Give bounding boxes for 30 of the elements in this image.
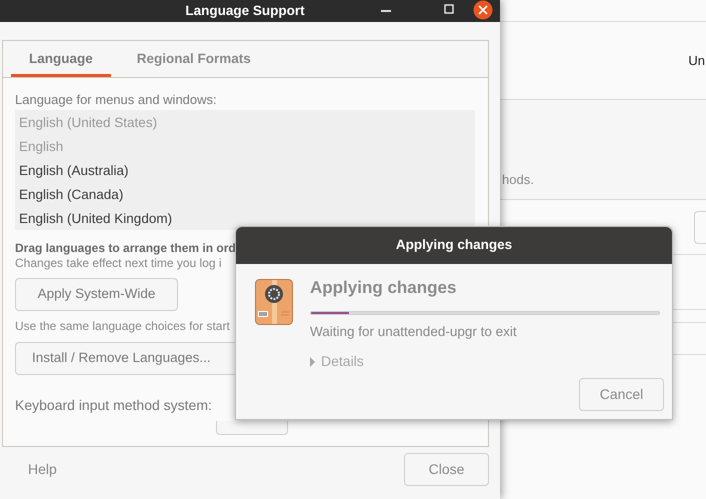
expander-arrow-icon (310, 356, 316, 367)
hint-text: Drag languages to arrange them in ord (15, 241, 236, 256)
dialog-title: Applying changes (396, 236, 512, 254)
tab[interactable]: Regional Formats (110, 41, 277, 77)
language-item[interactable]: English (United Kingdom) (19, 207, 172, 231)
input-method-dropdown[interactable] (216, 421, 288, 435)
section-label: Language for menus and windows: (15, 91, 218, 109)
tab[interactable]: Language (11, 41, 111, 77)
note-text: Use the same language choices for start (15, 318, 230, 335)
close-icon[interactable] (473, 0, 493, 20)
language-item[interactable]: English (Australia) (19, 159, 129, 183)
language-item[interactable]: English (Canada) (19, 183, 124, 207)
minimize-icon[interactable] (381, 10, 391, 13)
dialog-heading: Applying changes (310, 277, 458, 299)
apply-system-wide-button[interactable]: Apply System-Wide (15, 278, 178, 311)
language-item[interactable]: English (United States) (19, 111, 158, 135)
status-text: Waiting for unattended-upgr to exit (310, 323, 518, 341)
help-link[interactable]: Help (28, 459, 57, 480)
window-title: Language Support (185, 2, 305, 20)
language-item[interactable]: English (19, 135, 64, 159)
language-list[interactable]: English (United States) English English (Australia) English (Canada) English (United Kingdom) (15, 110, 475, 230)
description-text: hods. (502, 170, 534, 188)
hint-text: Changes take effect next time you log i (15, 256, 222, 271)
cancel-button[interactable]: Cancel (579, 378, 664, 411)
close-button[interactable]: Close (404, 453, 489, 486)
label-text: Un (688, 52, 706, 70)
keyboard-input-label: Keyboard input method system: (15, 396, 212, 415)
maximize-icon[interactable] (444, 4, 454, 14)
package-icon (255, 279, 293, 325)
install-remove-languages-button[interactable]: Install / Remove Languages... (15, 342, 236, 375)
